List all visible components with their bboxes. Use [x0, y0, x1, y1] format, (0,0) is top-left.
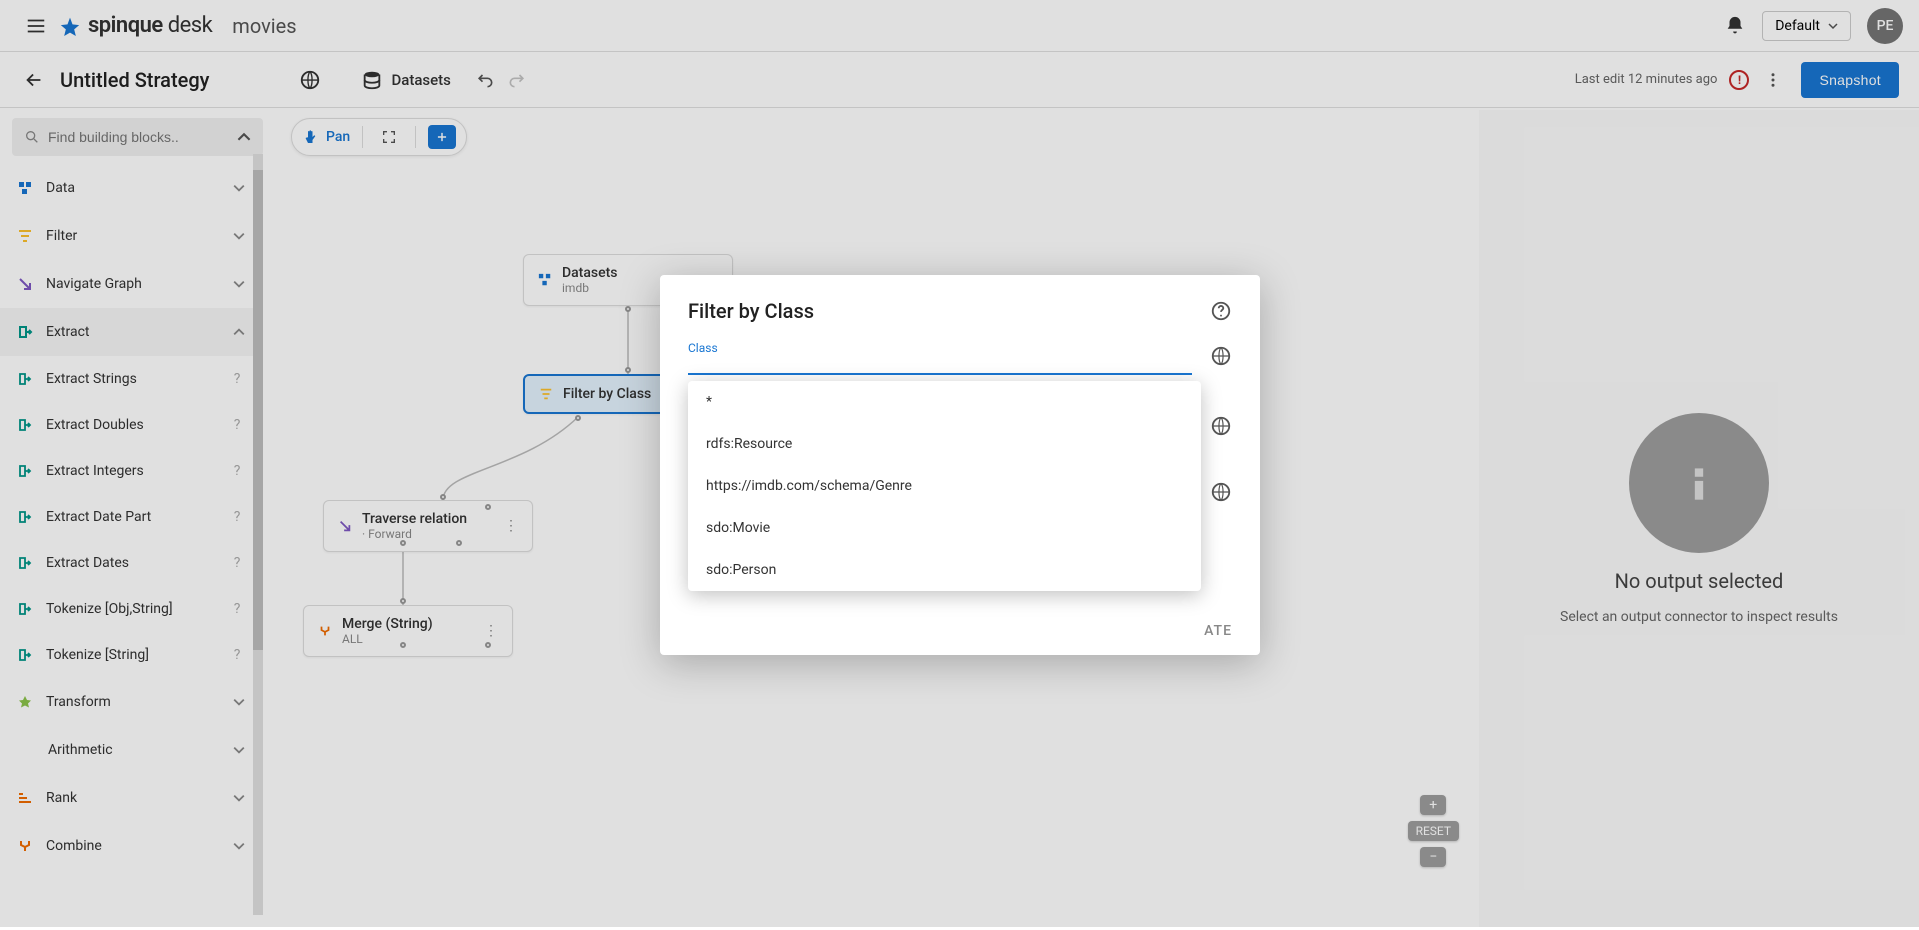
globe-icon[interactable]: [1210, 415, 1232, 437]
globe-icon[interactable]: [1210, 345, 1232, 367]
extra-globe-buttons: [1210, 415, 1232, 503]
dialog-title: Filter by Class: [688, 299, 1210, 323]
dropdown-option-movie[interactable]: sdo:Movie: [688, 507, 1201, 549]
dropdown-option-genre[interactable]: https://imdb.com/schema/Genre: [688, 465, 1201, 507]
dropdown-option-resource[interactable]: rdfs:Resource: [688, 423, 1201, 465]
globe-icon[interactable]: [1210, 481, 1232, 503]
class-field-label: Class: [688, 341, 1192, 355]
class-field[interactable]: Class: [688, 341, 1192, 375]
dialog-action[interactable]: ATE: [1204, 623, 1232, 639]
help-icon[interactable]: [1210, 300, 1232, 322]
class-dropdown: * rdfs:Resource https://imdb.com/schema/…: [688, 381, 1201, 591]
dropdown-option-star[interactable]: *: [688, 381, 1201, 423]
dropdown-option-person[interactable]: sdo:Person: [688, 549, 1201, 591]
filter-class-dialog: Filter by Class Class ATE * rdfs:Resourc…: [660, 275, 1260, 655]
